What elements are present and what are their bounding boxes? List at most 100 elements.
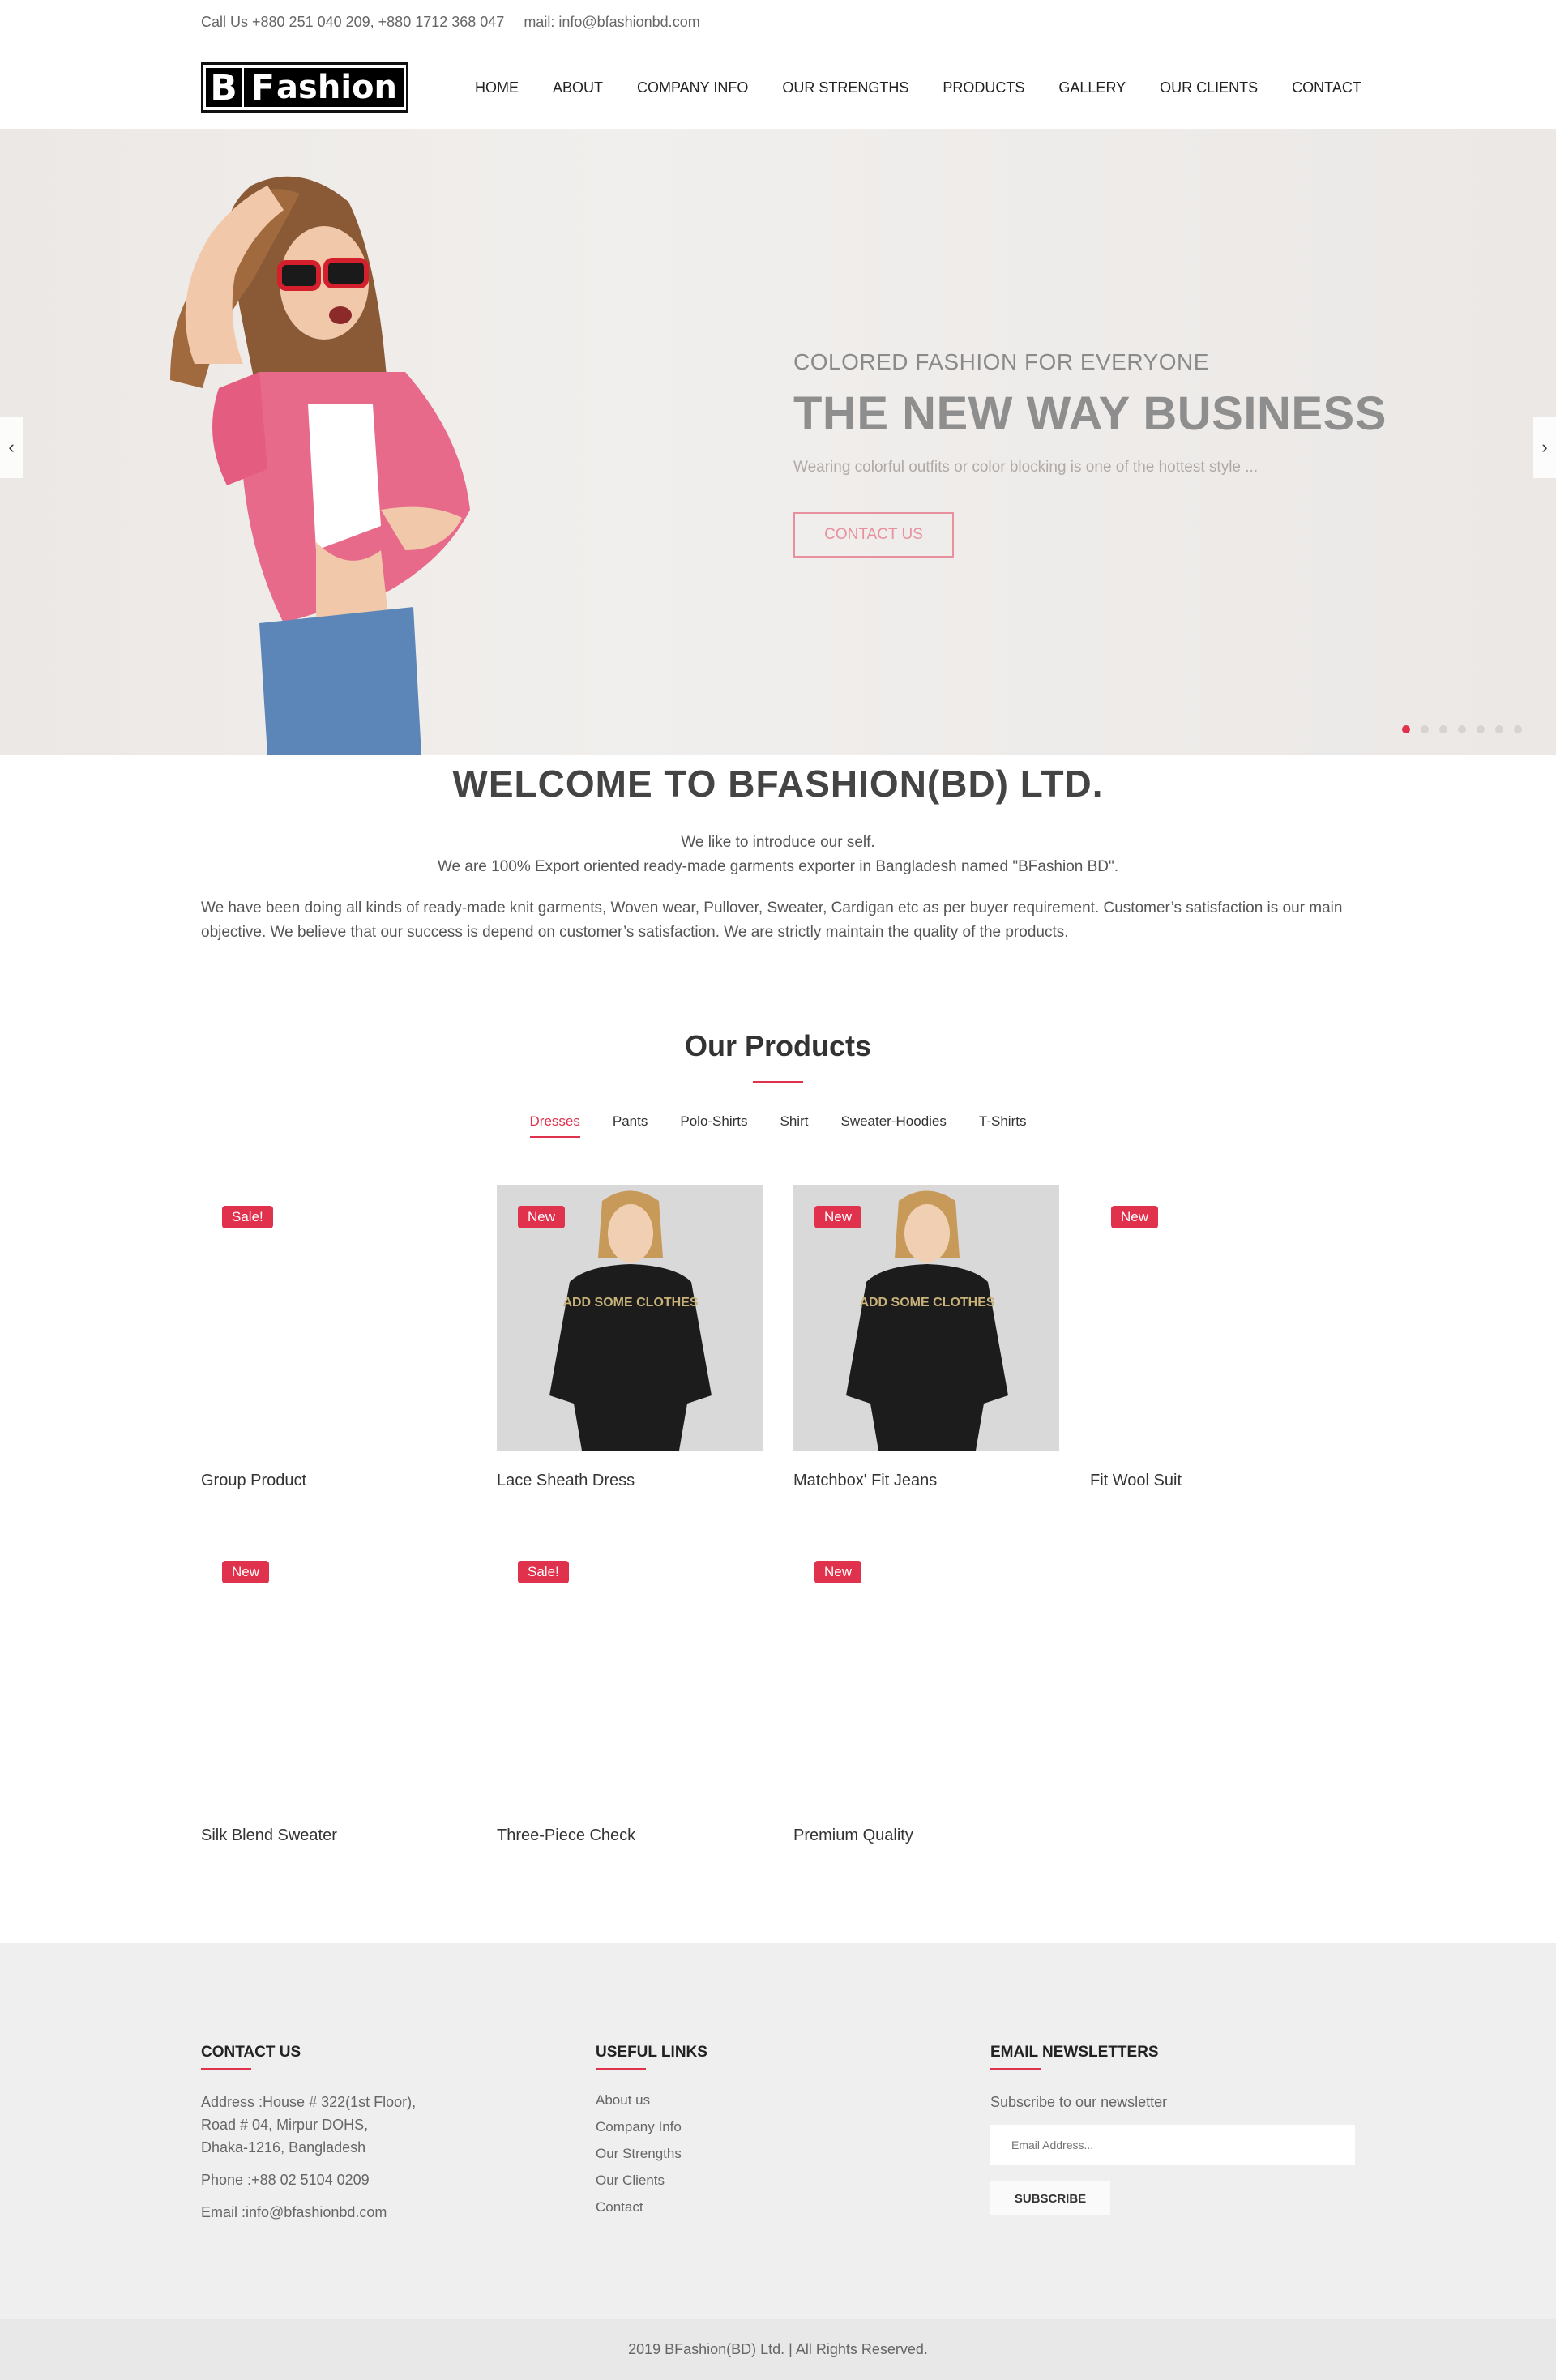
- site-footer: CONTACT US Address :House # 322(1st Floo…: [0, 1943, 1556, 2319]
- footer-link-about[interactable]: About us: [596, 2092, 707, 2109]
- contact-address-1: Address :House # 322(1st Floor),: [201, 2094, 417, 2110]
- email-input[interactable]: [990, 2125, 1355, 2165]
- nav-our-clients[interactable]: OUR CLIENTS: [1160, 79, 1258, 96]
- newsletter-text: Subscribe to our newsletter: [990, 2094, 1168, 2110]
- chevron-right-icon: ›: [1541, 437, 1548, 457]
- slider-dot[interactable]: [1421, 725, 1429, 733]
- top-info-bar: Call Us +880 251 040 209, +880 1712 368 …: [0, 0, 1556, 45]
- slider-dot[interactable]: [1495, 725, 1503, 733]
- hero-model-image: [170, 176, 470, 755]
- product-name[interactable]: Silk Blend Sweater: [201, 1827, 337, 1845]
- nav-company-info[interactable]: COMPANY INFO: [637, 79, 748, 96]
- products-title-underline: [753, 1081, 803, 1083]
- product-badge: New: [1111, 1206, 1159, 1228]
- copyright-text: 2019 BFashion(BD) Ltd. | All Rights Rese…: [628, 2341, 928, 2357]
- tab-polo-shirts[interactable]: Polo-Shirts: [680, 1113, 747, 1138]
- product-name[interactable]: Matchbox' Fit Jeans: [793, 1472, 937, 1490]
- product-name[interactable]: Premium Quality: [793, 1827, 913, 1845]
- footer-link-our-strengths[interactable]: Our Strengths: [596, 2146, 707, 2162]
- copyright-bar: 2019 BFashion(BD) Ltd. | All Rights Rese…: [0, 2319, 1556, 2380]
- product-card[interactable]: New Silk Blend Sweater: [201, 1540, 467, 1848]
- product-badge: New: [814, 1561, 862, 1583]
- footer-link-company-info[interactable]: Company Info: [596, 2119, 707, 2135]
- logo-letter-b: B: [206, 67, 242, 109]
- footer-contact: CONTACT US Address :House # 322(1st Floo…: [201, 2044, 416, 2224]
- welcome-paragraph: We have been doing all kinds of ready-ma…: [201, 899, 1343, 941]
- hero-description: Wearing colorful outfits or color blocki…: [793, 459, 1259, 476]
- product-name[interactable]: Group Product: [201, 1472, 306, 1490]
- product-card[interactable]: Sale! Group Product: [201, 1185, 467, 1493]
- heading-underline: [596, 2068, 646, 2070]
- footer-link-our-clients[interactable]: Our Clients: [596, 2173, 707, 2189]
- product-card[interactable]: New Premium Quality: [793, 1540, 1059, 1848]
- hero-slider: ‹ › COLORED FASHION FOR EVERYONE THE NEW…: [0, 129, 1556, 755]
- footer-links: USEFUL LINKS About us Company Info Our S…: [596, 2044, 707, 2226]
- product-badge: New: [814, 1206, 862, 1228]
- heading-underline: [990, 2068, 1041, 2070]
- subscribe-button[interactable]: SUBSCRIBE: [990, 2181, 1110, 2215]
- slider-dot[interactable]: [1477, 725, 1485, 733]
- products-title: Our Products: [684, 1029, 872, 1062]
- shirt-print-text: ADD SOME CLOTHES: [562, 1296, 698, 1310]
- footer-links-heading: USEFUL LINKS: [596, 2044, 707, 2061]
- prev-slide-button[interactable]: ‹: [0, 417, 23, 478]
- nav-products[interactable]: PRODUCTS: [943, 79, 1024, 96]
- site-header: B Fashion HOME ABOUT COMPANY INFO OUR ST…: [0, 46, 1556, 129]
- shirt-print-text: ADD SOME CLOTHES: [859, 1296, 994, 1310]
- links-list: About us Company Info Our Strengths Our …: [596, 2092, 707, 2215]
- hero-title: THE NEW WAY BUSINESS: [793, 387, 1387, 440]
- next-slide-button[interactable]: ›: [1533, 417, 1556, 478]
- logo-rest: ashion: [276, 69, 397, 106]
- contact-phone: Phone :+88 02 5104 0209: [201, 2172, 370, 2188]
- footer-newsletter: EMAIL NEWSLETTERS Subscribe to our newsl…: [990, 2044, 1355, 2238]
- nav-gallery[interactable]: GALLERY: [1058, 79, 1126, 96]
- slider-dot[interactable]: [1458, 725, 1466, 733]
- product-badge: Sale!: [222, 1206, 273, 1228]
- footer-link-contact[interactable]: Contact: [596, 2199, 707, 2215]
- product-name[interactable]: Fit Wool Suit: [1090, 1472, 1182, 1490]
- tab-shirt[interactable]: Shirt: [780, 1113, 809, 1138]
- slider-dot[interactable]: [1439, 725, 1447, 733]
- welcome-title: WELCOME TO BFASHION(BD) LTD.: [452, 763, 1104, 805]
- footer-contact-heading: CONTACT US: [201, 2044, 301, 2061]
- tab-t-shirts[interactable]: T-Shirts: [979, 1113, 1027, 1138]
- slider-dots: [1402, 725, 1532, 733]
- contact-address-3: Dhaka-1216, Bangladesh: [201, 2139, 366, 2156]
- hero-contact-button[interactable]: CONTACT US: [793, 512, 954, 558]
- intro-line-2: We are 100% Export oriented ready-made g…: [437, 858, 1119, 875]
- page: Call Us +880 251 040 209, +880 1712 368 …: [0, 0, 1556, 2380]
- welcome-intro: We like to introduce our self. We are 10…: [0, 831, 1556, 879]
- nav-home[interactable]: HOME: [475, 79, 519, 96]
- heading-underline: [201, 2068, 251, 2070]
- product-badge: New: [222, 1561, 270, 1583]
- product-badge: New: [518, 1206, 566, 1228]
- chevron-left-icon: ‹: [8, 437, 15, 457]
- hero-subtitle: COLORED FASHION FOR EVERYONE: [793, 349, 1209, 374]
- product-name[interactable]: Lace Sheath Dress: [497, 1472, 635, 1490]
- nav-about[interactable]: ABOUT: [553, 79, 603, 96]
- tab-dresses[interactable]: Dresses: [529, 1113, 580, 1138]
- nav-contact[interactable]: CONTACT: [1292, 79, 1362, 96]
- tab-sweater-hoodies[interactable]: Sweater-Hoodies: [840, 1113, 946, 1138]
- slider-dot[interactable]: [1402, 725, 1410, 733]
- main-nav: HOME ABOUT COMPANY INFO OUR STRENGTHS PR…: [475, 46, 1396, 129]
- product-card[interactable]: Sale! Three-Piece Check: [497, 1540, 763, 1848]
- bfashion-logo[interactable]: B Fashion: [201, 62, 408, 113]
- logo-letter-f: F: [250, 66, 276, 109]
- product-card[interactable]: ADD SOME CLOTHES New Lace Sheath Dress: [497, 1185, 763, 1493]
- logo-word: Fashion: [243, 66, 404, 109]
- tab-pants[interactable]: Pants: [613, 1113, 648, 1138]
- nav-our-strengths[interactable]: OUR STRENGTHS: [782, 79, 908, 96]
- product-tabs: Dresses Pants Polo-Shirts Shirt Sweater-…: [0, 1113, 1556, 1138]
- intro-line-1: We like to introduce our self.: [681, 834, 875, 851]
- newsletter-form: SUBSCRIBE: [990, 2125, 1355, 2230]
- mail-info: mail: info@bfashionbd.com: [524, 14, 700, 30]
- call-info: Call Us +880 251 040 209, +880 1712 368 …: [201, 14, 505, 30]
- slider-dot[interactable]: [1514, 725, 1522, 733]
- product-badge: Sale!: [518, 1561, 569, 1583]
- product-card[interactable]: ADD SOME CLOTHES New Matchbox' Fit Jeans: [793, 1185, 1059, 1493]
- product-name[interactable]: Three-Piece Check: [497, 1827, 635, 1845]
- contact-address-2: Road # 04, Mirpur DOHS,: [201, 2117, 369, 2133]
- product-card[interactable]: New Fit Wool Suit: [1090, 1185, 1356, 1493]
- newsletter-heading: EMAIL NEWSLETTERS: [990, 2044, 1159, 2061]
